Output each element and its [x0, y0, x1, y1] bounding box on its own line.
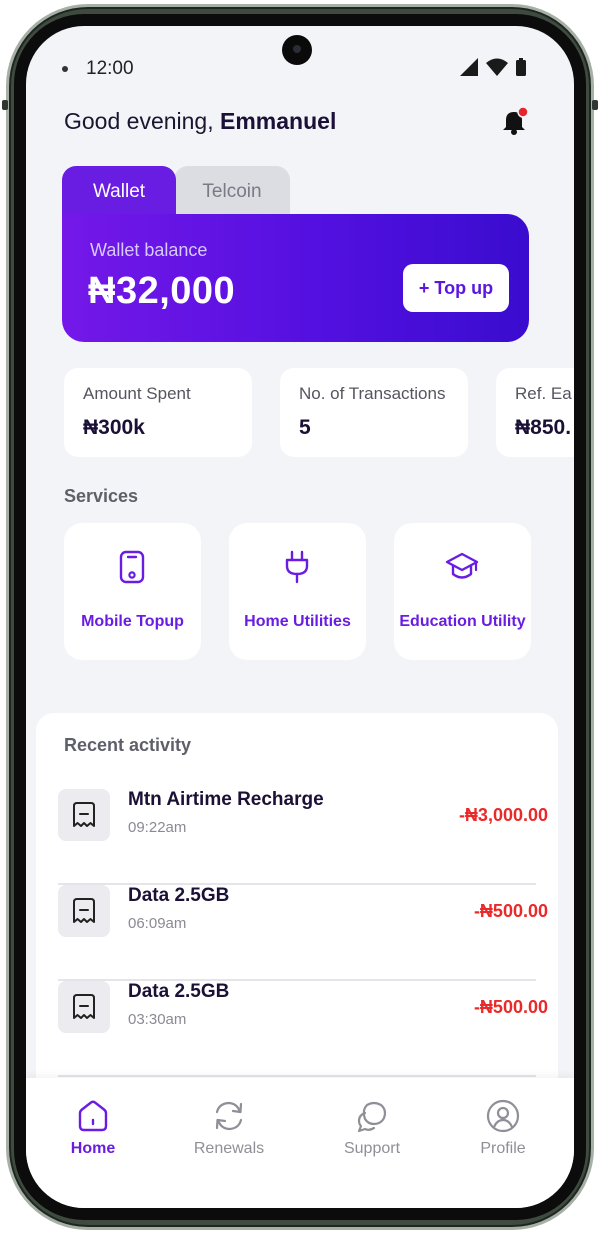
activity-name: Mtn Airtime Recharge	[128, 789, 324, 810]
bottom-navigation: Home Renewals Support Profile	[26, 1078, 574, 1208]
graduation-cap-icon	[445, 552, 479, 579]
nav-renewals[interactable]: Renewals	[174, 1098, 284, 1168]
activity-row[interactable]: Data 2.5GB 03:30am -₦500.00	[58, 981, 548, 1077]
phone-icon	[119, 550, 145, 584]
activity-time: 06:09am	[128, 915, 187, 932]
frame-notch	[2, 100, 8, 110]
nav-label: Profile	[480, 1140, 526, 1157]
nav-home[interactable]: Home	[38, 1098, 148, 1168]
notification-bell-icon[interactable]	[500, 106, 530, 136]
wallet-balance-card: Wallet balance ₦32,000 + Top up	[62, 214, 529, 342]
greeting: Good evening, Emmanuel	[64, 108, 336, 135]
activity-name: Data 2.5GB	[128, 981, 230, 1002]
receipt-icon-tile	[58, 885, 110, 937]
refresh-icon	[215, 1101, 243, 1131]
activity-row[interactable]: Mtn Airtime Recharge 09:22am -₦3,000.00	[58, 789, 548, 885]
tab-telcoin[interactable]: Telcoin	[174, 166, 290, 218]
nav-label: Home	[70, 1140, 116, 1157]
activity-time: 03:30am	[128, 1011, 187, 1028]
stat-label: No. of Transactions	[299, 384, 446, 403]
front-camera	[282, 35, 312, 65]
notification-dot	[62, 66, 68, 72]
stat-value: ₦850.	[515, 416, 572, 439]
wifi-icon	[486, 58, 508, 76]
service-home-utilities[interactable]: Home Utilities	[229, 523, 366, 660]
greeting-prefix: Good evening,	[64, 108, 214, 134]
signal-icon	[460, 58, 478, 76]
tab-wallet[interactable]: Wallet	[62, 166, 176, 218]
screen: 12:00 Good evening, Emmanuel Telcoin Wal…	[26, 26, 574, 1208]
wallet-balance-value: ₦32,000	[88, 270, 236, 312]
activity-amount: -₦3,000.00	[458, 805, 548, 825]
nav-profile[interactable]: Profile	[448, 1098, 558, 1168]
receipt-icon	[73, 802, 95, 827]
service-label: Education Utility	[399, 613, 526, 630]
nav-label: Support	[343, 1140, 401, 1157]
stat-card-amount-spent: Amount Spent ₦300k	[64, 368, 252, 457]
receipt-icon	[73, 898, 95, 923]
recent-activity-panel: Recent activity Mtn Airtime Recharge 09:…	[36, 713, 558, 1113]
services-title: Services	[64, 486, 139, 506]
service-mobile-topup[interactable]: Mobile Topup	[64, 523, 201, 660]
receipt-icon-tile	[58, 981, 110, 1033]
stat-value: ₦300k	[83, 416, 145, 439]
stat-card-referral-earnings: Ref. Ea ₦850.	[496, 368, 574, 457]
activity-amount: -₦500.00	[473, 997, 548, 1017]
stat-card-transactions: No. of Transactions 5	[280, 368, 468, 457]
activity-name: Data 2.5GB	[128, 885, 230, 906]
nav-label: Renewals	[193, 1140, 265, 1157]
system-status-icons	[460, 58, 526, 76]
status-bar: 12:00	[26, 26, 574, 106]
status-time: 12:00	[86, 58, 134, 79]
top-up-button[interactable]: + Top up	[403, 264, 509, 312]
wallet-balance-label: Wallet balance	[90, 240, 208, 260]
stat-label: Ref. Ea	[515, 384, 572, 403]
receipt-icon-tile	[58, 789, 110, 841]
activity-time: 09:22am	[128, 819, 187, 836]
plug-icon	[285, 550, 309, 584]
user-name: Emmanuel	[220, 108, 337, 134]
stat-label: Amount Spent	[83, 384, 191, 403]
service-label: Mobile Topup	[81, 613, 184, 630]
activity-amount: -₦500.00	[473, 901, 548, 921]
chat-icon	[357, 1101, 387, 1133]
battery-icon	[516, 60, 526, 76]
stat-value: 5	[299, 416, 311, 439]
frame-notch	[592, 100, 598, 110]
nav-support[interactable]: Support	[317, 1098, 427, 1168]
activity-row[interactable]: Data 2.5GB 06:09am -₦500.00	[58, 885, 548, 981]
service-education-utility[interactable]: Education Utility	[394, 523, 531, 660]
service-label: Home Utilities	[244, 613, 351, 630]
user-icon	[486, 1099, 520, 1133]
receipt-icon	[73, 994, 95, 1019]
recent-activity-title: Recent activity	[64, 735, 192, 755]
home-icon	[78, 1100, 108, 1132]
